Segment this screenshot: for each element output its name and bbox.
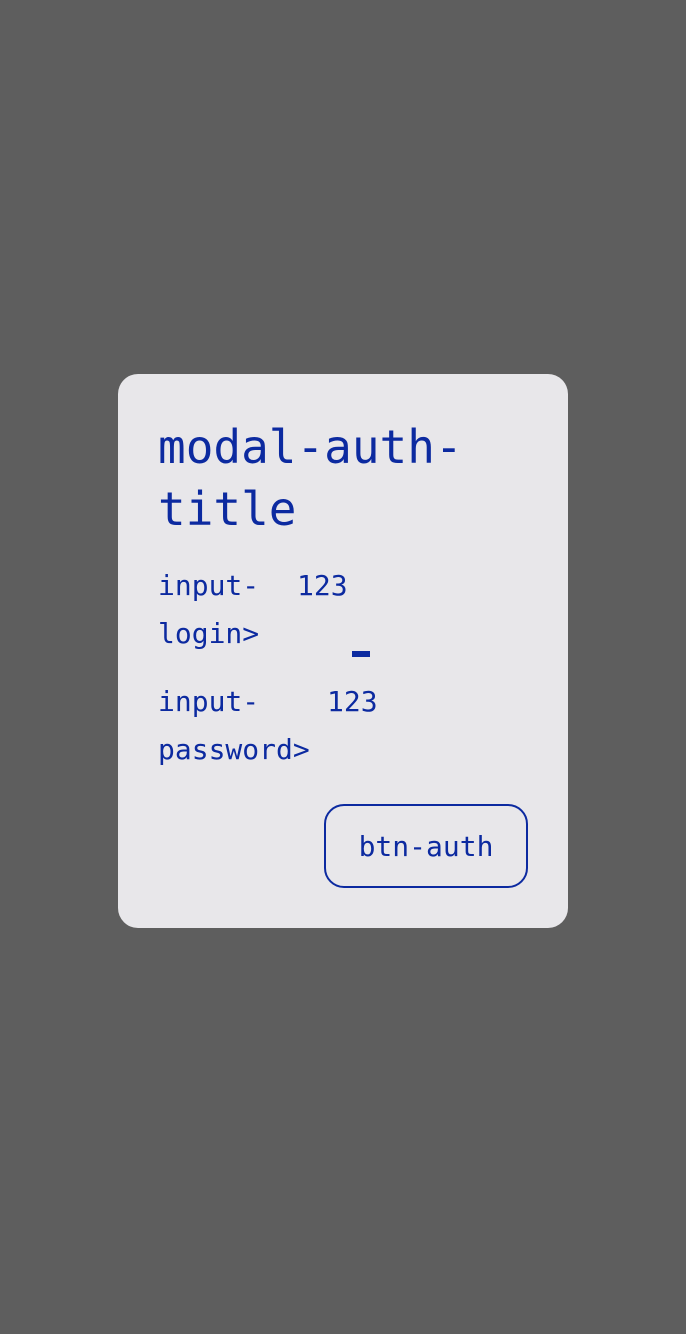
auth-modal: modal-auth-title input-login> 123 input-… <box>118 374 568 928</box>
login-label: input-login> <box>158 569 260 650</box>
password-label: input-password> <box>158 685 310 766</box>
text-cursor <box>352 651 370 657</box>
login-input[interactable]: 123 <box>297 562 348 610</box>
modal-title: modal-auth-title <box>158 420 463 536</box>
password-input[interactable]: 123 <box>327 678 378 726</box>
auth-button[interactable]: btn-auth <box>324 804 528 888</box>
